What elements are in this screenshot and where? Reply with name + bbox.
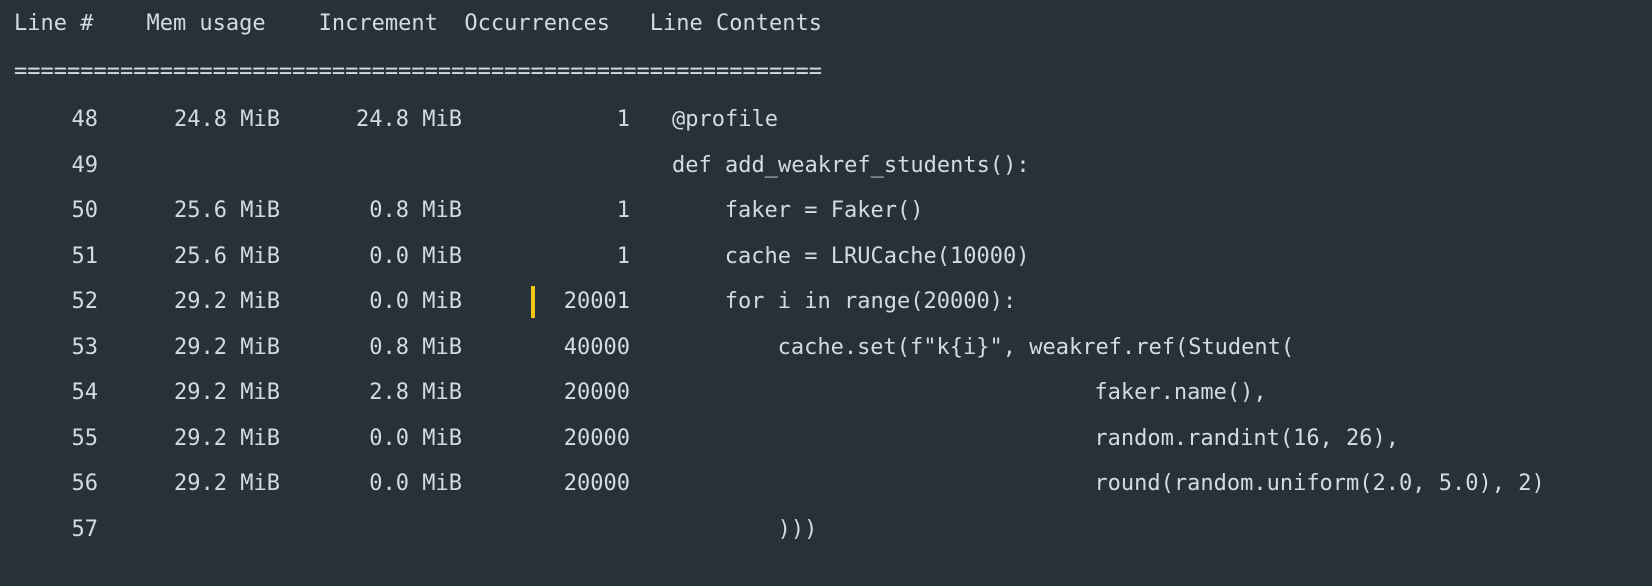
line-number: 55 (71, 425, 99, 451)
line-contents: cache = LRUCache(10000) (724, 243, 1030, 269)
increment: 0.8 MiB (369, 334, 462, 360)
line-contents: ))) (777, 516, 818, 542)
table-row: 57))) (0, 506, 1652, 554)
increment: 0.0 MiB (369, 471, 462, 496)
mem-usage (150, 506, 280, 554)
line-number: 52 (71, 289, 99, 314)
occurrences: 1 (616, 107, 630, 132)
line-number: 54 (71, 380, 99, 405)
increment: 0.0 MiB (369, 289, 462, 314)
table-separator: ========================================… (14, 59, 822, 84)
table-row: 52 29.2 MiB 0.0 MiB 20001 for i in range(200… (0, 278, 1652, 326)
mem-usage: 25.6 MiB (174, 198, 280, 223)
occurrences: 20001 (563, 289, 630, 314)
mem-usage: 29.2 MiB (174, 334, 280, 360)
profiler-output: Line # Mem usage Increment Occurrences L… (0, 0, 1652, 586)
mem-usage: 24.8 MiB (174, 107, 280, 132)
line-number: 53 (71, 334, 99, 360)
table-row: 50 25.6 MiB 0.8 MiB 1 faker = Faker() (0, 187, 1652, 235)
occurrences: 20000 (563, 380, 630, 405)
mem-usage: 29.2 MiB (174, 289, 280, 314)
increment (330, 506, 462, 554)
occurrences: 40000 (563, 334, 630, 360)
table-row: 49 def add_weakref_students(): (0, 142, 1652, 190)
line-number: 56 (71, 471, 99, 496)
occurrences: 20000 (563, 425, 630, 451)
mem-usage (150, 142, 280, 190)
mem-usage: 25.6 MiB (174, 243, 280, 269)
occurrences: 1 (616, 198, 630, 223)
table-row: 54 29.2 MiB 2.8 MiB 20000 faker.name(), (0, 369, 1652, 417)
increment: 0.0 MiB (369, 425, 462, 451)
line-number: 49 (71, 152, 99, 178)
occurrences: 1 (616, 243, 630, 269)
line-contents: round(random.uniform(2.0, 5.0), 2) (1094, 471, 1545, 496)
increment (330, 142, 462, 190)
line-number: 48 (71, 107, 99, 132)
line-number: 50 (71, 198, 99, 223)
increment: 24.8 MiB (356, 107, 462, 132)
increment: 2.8 MiB (369, 380, 462, 405)
increment: 0.0 MiB (369, 243, 462, 269)
execution-marker (531, 286, 535, 318)
mem-usage: 29.2 MiB (174, 380, 280, 405)
table-row: 51 25.6 MiB 0.0 MiB 1 cache = LRUCache(10000… (0, 233, 1652, 281)
line-contents: faker.name(), (1094, 380, 1267, 405)
line-contents: faker = Faker() (724, 198, 924, 223)
table-row: 56 29.2 MiB 0.0 MiB 20000 round(random.unifo… (0, 460, 1652, 508)
mem-usage: 29.2 MiB (174, 471, 280, 496)
table-row: 53 29.2 MiB 0.8 MiB 40000 cache.set(f"k{i}",… (0, 324, 1652, 372)
table-row: 55 29.2 MiB 0.0 MiB 20000 random.randint(16,… (0, 415, 1652, 463)
occurrences: 20000 (563, 471, 630, 496)
line-number: 51 (71, 243, 99, 269)
line-contents: random.randint(16, 26), (1094, 425, 1400, 451)
line-contents: @profile (672, 107, 778, 132)
line-number: 57 (71, 516, 99, 542)
occurrences (520, 142, 630, 190)
table-row: 48 24.8 MiB 24.8 MiB 1 @profile (0, 96, 1652, 144)
line-contents: for i in range(20000): (724, 289, 1017, 314)
mem-usage: 29.2 MiB (174, 425, 280, 451)
line-contents: def add_weakref_students(): (672, 152, 1030, 178)
line-contents: cache.set(f"k{i}", weakref.ref(Student( (777, 334, 1295, 360)
increment: 0.8 MiB (369, 198, 462, 223)
table-header: Line # Mem usage Increment Occurrences L… (14, 11, 822, 36)
occurrences (520, 506, 630, 554)
